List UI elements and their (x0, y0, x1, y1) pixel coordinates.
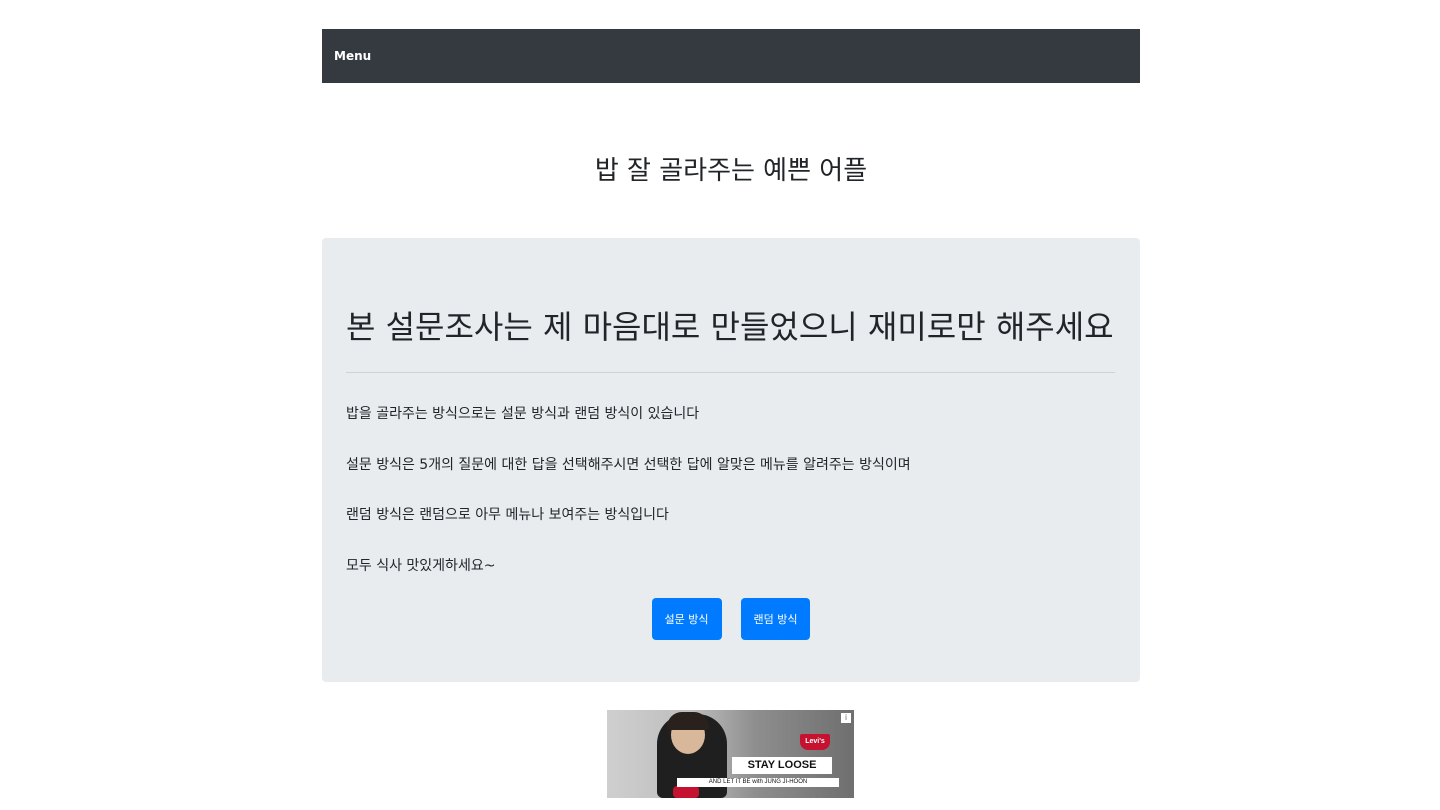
navbar-brand-menu[interactable]: Menu (334, 49, 371, 63)
intro-paragraph-2: 설문 방식은 5개의 질문에 대한 답을 선택해주시면 선택한 답에 알맞은 메… (346, 457, 911, 473)
ad-info-icon[interactable]: i (841, 713, 851, 723)
page-title: 밥 잘 골라주는 예쁜 어플 (594, 156, 868, 186)
intro-paragraph-4: 모두 식사 맛있게하세요~ (346, 558, 496, 574)
intro-paragraph-1: 밥을 골라주는 방식으로는 설문 방식과 랜덤 방식이 있습니다 (346, 406, 700, 422)
ad-subline: AND LET IT BE with JUNG JI-HOON (677, 778, 839, 787)
ad-brand-logo: Levi's (800, 734, 830, 750)
random-method-button[interactable]: 랜덤 방식 (740, 598, 811, 640)
intro-heading: 본 설문조사는 제 마음대로 만들었으니 재미로만 해주세요 (346, 308, 1114, 346)
intro-jumbotron: 본 설문조사는 제 마음대로 만들었으니 재미로만 해주세요 밥을 골라주는 방… (322, 238, 1140, 682)
ad-headline: STAY LOOSE (732, 757, 832, 774)
page: Menu 밥 잘 골라주는 예쁜 어플 본 설문조사는 제 마음대로 만들었으니… (0, 0, 1440, 810)
advertisement-banner[interactable]: Levi's STAY LOOSE AND LET IT BE with JUN… (607, 710, 854, 798)
survey-method-button[interactable]: 설문 방식 (651, 598, 722, 640)
intro-paragraph-3: 랜덤 방식은 랜덤으로 아무 메뉴나 보여주는 방식입니다 (346, 507, 669, 523)
top-navbar: Menu (322, 29, 1140, 83)
method-button-group: 설문 방식 랜덤 방식 (322, 598, 1140, 640)
ad-model-hair (667, 712, 709, 730)
ad-shirt-logo (673, 786, 699, 798)
divider (346, 372, 1115, 373)
